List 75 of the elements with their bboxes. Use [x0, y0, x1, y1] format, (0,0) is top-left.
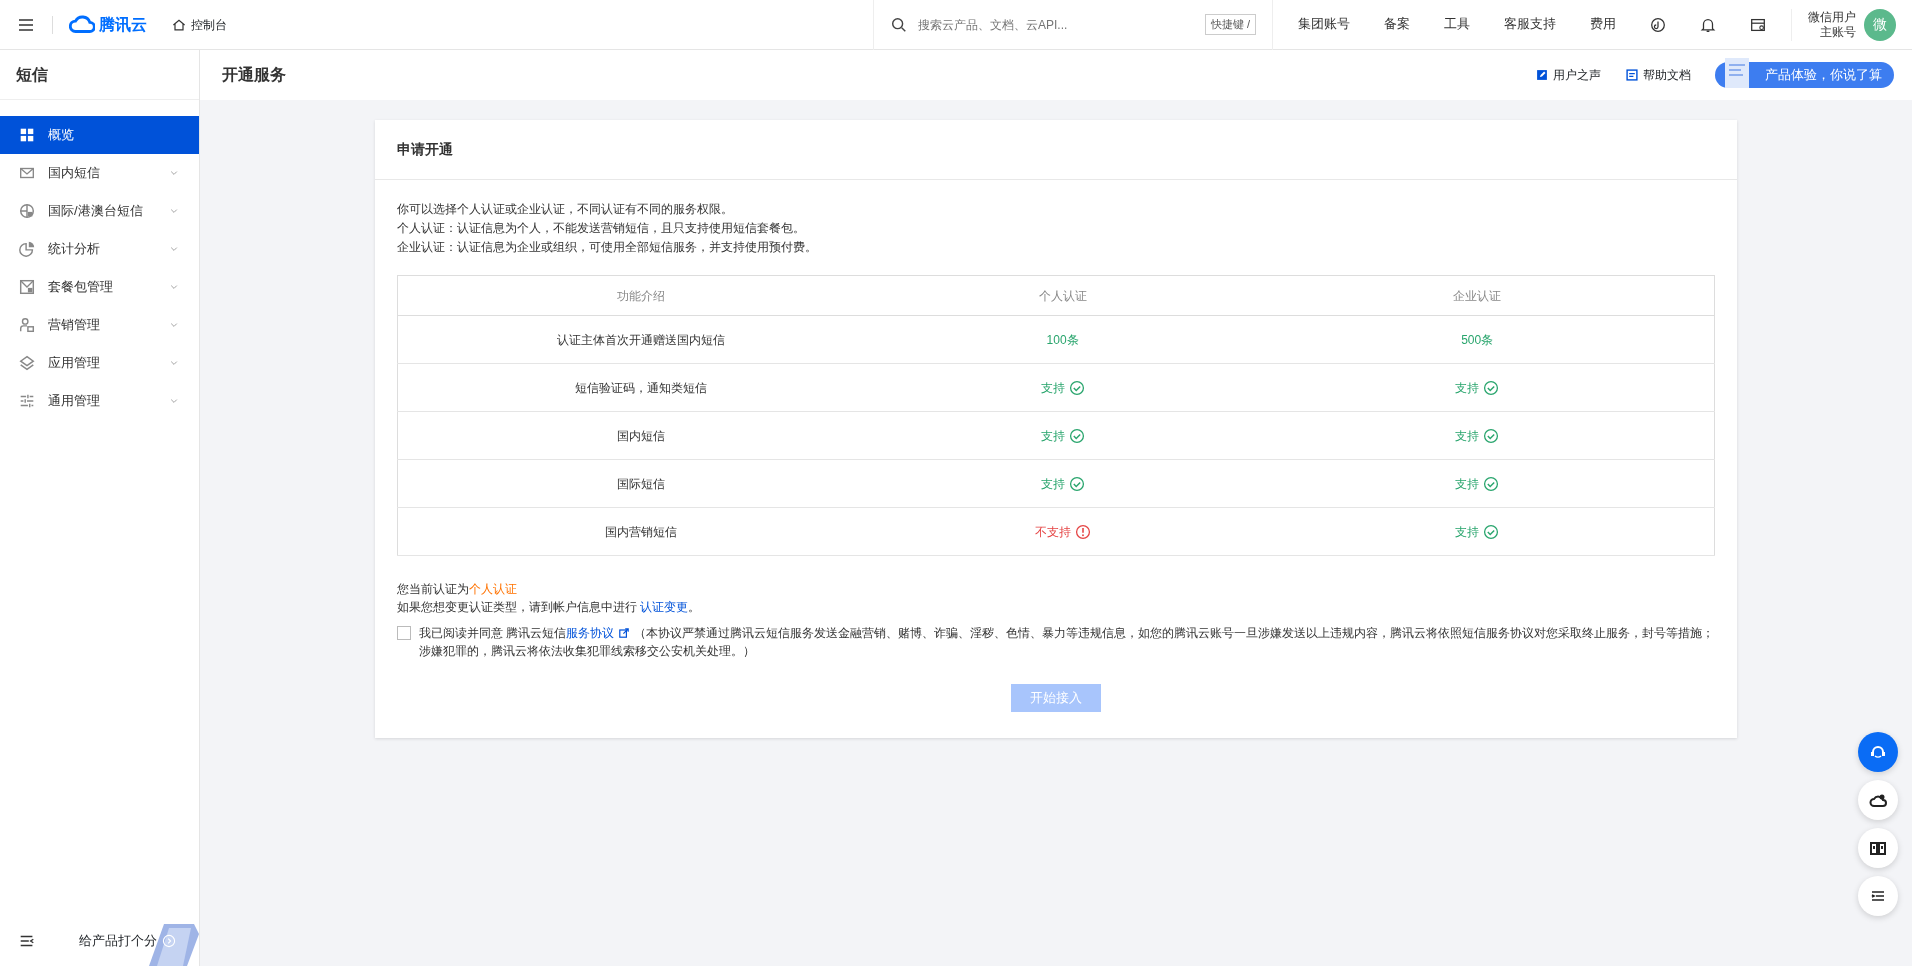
- table-cell: 国内短信: [397, 411, 885, 460]
- nav-link[interactable]: 集团账号: [1281, 15, 1367, 34]
- document-icon: [1625, 68, 1639, 82]
- pie-chart-icon: [18, 240, 36, 258]
- status-text: 支持: [1455, 379, 1480, 397]
- music-note-icon[interactable]: [1649, 15, 1667, 34]
- status-text: 不支持: [1034, 523, 1071, 541]
- intro-text: 个人认证：认证信息为个人，不能发送营销短信，且只支持使用短信套餐包。: [397, 220, 806, 237]
- table-cell: 短信验证码，通知类短信: [397, 363, 885, 412]
- current-verification-text: 您当前认证为个人认证: [397, 581, 518, 598]
- check-circle-icon: [1483, 427, 1500, 444]
- sliders-icon: [18, 392, 36, 410]
- edit-icon: [1535, 68, 1549, 82]
- floating-button[interactable]: [1858, 876, 1898, 916]
- header-link[interactable]: 用户之声: [1535, 66, 1601, 84]
- sidebar-item[interactable]: 应用管理: [0, 344, 199, 382]
- checkbox[interactable]: [397, 626, 411, 640]
- nav-link[interactable]: 备案: [1367, 15, 1427, 34]
- card-title: 申请开通: [375, 120, 1737, 180]
- brand-logo[interactable]: 腾讯云: [69, 11, 147, 38]
- arrow-circle-icon: [161, 933, 177, 949]
- status-text: 支持: [1455, 427, 1480, 445]
- nav-link[interactable]: 客服支持: [1487, 15, 1573, 34]
- package-icon: [18, 278, 36, 296]
- sidebar-item[interactable]: 营销管理: [0, 306, 199, 344]
- status-text: 支持: [1040, 379, 1065, 397]
- check-circle-icon: [1483, 379, 1500, 396]
- column-header: 功能介绍: [397, 275, 885, 316]
- rate-product-link[interactable]: 给产品打个分: [79, 931, 177, 951]
- sidebar-item[interactable]: 国内短信: [0, 154, 199, 192]
- console-link[interactable]: 控制台: [171, 15, 227, 34]
- change-hint-text: 如果您想变更认证类型，请到帐户信息中进行 认证变更。: [397, 599, 702, 616]
- user-name: 微信用户: [1808, 9, 1856, 25]
- check-circle-icon: [1068, 379, 1085, 396]
- intro-text: 你可以选择个人认证或企业认证，不同认证有不同的服务权限。: [397, 201, 734, 218]
- intro-text: 企业认证：认证信息为企业或组织，可使用全部短信服务，并支持使用预付费。: [397, 239, 818, 256]
- header-link[interactable]: 帮助文档: [1625, 66, 1691, 84]
- search-icon: [890, 15, 908, 34]
- check-circle-icon: [1483, 523, 1500, 540]
- sidebar-item[interactable]: 国际/港澳台短信: [0, 192, 199, 230]
- sidebar-item[interactable]: 统计分析: [0, 230, 199, 268]
- external-link-icon: [618, 627, 631, 639]
- service-agreement-link[interactable]: 服务协议: [566, 624, 631, 642]
- table-cell: 国际短信: [397, 459, 885, 508]
- shortcut-hint: 快捷键 /: [1204, 14, 1256, 35]
- grid-icon: [18, 126, 36, 144]
- sidebar-item[interactable]: 套餐包管理: [0, 268, 199, 306]
- layers-icon: [18, 354, 36, 372]
- exclamation-circle-icon: [1074, 523, 1091, 540]
- sidebar-item[interactable]: 概览: [0, 116, 199, 154]
- check-circle-icon: [1483, 475, 1500, 492]
- sidebar-title: 短信: [0, 50, 199, 100]
- table-cell: 国内营销短信: [397, 507, 885, 556]
- globe-icon: [18, 202, 36, 220]
- page-title: 开通服务: [222, 65, 286, 85]
- sidebar-item[interactable]: 通用管理: [0, 382, 199, 420]
- column-header: 个人认证: [884, 275, 1241, 316]
- status-text: 支持: [1455, 475, 1480, 493]
- status-text: 100条: [1046, 331, 1079, 349]
- status-text: 支持: [1040, 427, 1065, 445]
- nav-link[interactable]: 费用: [1573, 15, 1633, 34]
- column-header: 企业认证: [1240, 275, 1715, 316]
- floating-button[interactable]: [1858, 780, 1898, 820]
- status-text: 500条: [1461, 331, 1494, 349]
- agreement-text: 我已阅读并同意 腾讯云短信服务协议 （本协议严禁通过腾讯云短信服务发送金融营销、赌博、诈骗、淫秽、色情、暴力等违规信息，如您的腾讯云账号一旦涉嫌发送以上违规内容，腾讯云将依照短信服务协议对您采取终止服务，封号等措施；涉嫌犯罪的，腾讯云将依法收集犯罪线索移交公安机关处理。）: [419, 624, 1715, 660]
- status-text: 支持: [1040, 475, 1065, 493]
- check-circle-icon: [1068, 475, 1085, 492]
- account-type: 主账号: [1819, 24, 1856, 40]
- nav-link[interactable]: 工具: [1427, 15, 1487, 34]
- floating-button[interactable]: [1858, 828, 1898, 868]
- status-text: 支持: [1455, 523, 1480, 541]
- user-icon: [18, 316, 36, 334]
- table-cell: 认证主体首次开通赠送国内短信: [397, 315, 885, 364]
- change-verification-link[interactable]: 认证变更: [640, 600, 689, 614]
- check-circle-icon: [1068, 427, 1085, 444]
